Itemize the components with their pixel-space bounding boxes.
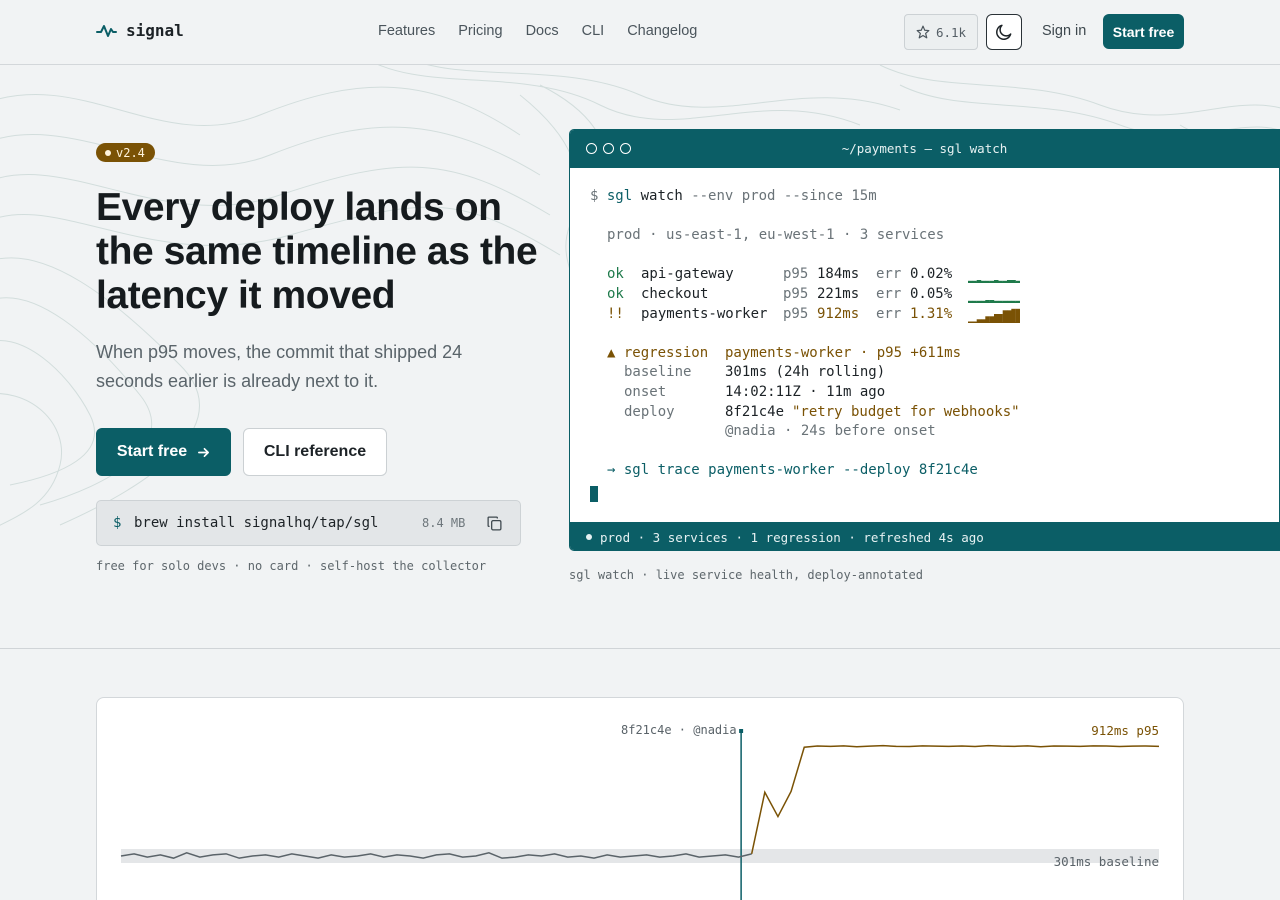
spark-bar xyxy=(1002,310,1008,323)
service-err-label: err xyxy=(876,306,902,322)
spark-bar xyxy=(1015,308,1020,323)
install-size: 8.4 MB xyxy=(422,516,466,530)
nav-links: Features Pricing Docs CLI Changelog xyxy=(378,23,697,39)
terminal-body: $ sgl watch --env prod --since 15m prod … xyxy=(570,168,1279,522)
start-free-label: Start free xyxy=(116,443,188,460)
deploy-label: deploy xyxy=(624,404,675,420)
regression-marker: ▲ regression xyxy=(607,345,709,361)
deploy-sha[interactable]: 8f21c4e xyxy=(725,404,784,420)
status-dot-icon xyxy=(586,534,592,540)
service-p95-label: p95 xyxy=(783,266,809,282)
install-prompt: $ xyxy=(113,515,122,531)
nav-link-docs[interactable]: Docs xyxy=(526,23,559,39)
spark-bar xyxy=(1007,310,1012,323)
service-err: 0.05% xyxy=(910,286,953,302)
service-sparkline xyxy=(968,308,1020,323)
theme-toggle-button[interactable] xyxy=(986,14,1022,50)
brand-logo[interactable]: signal xyxy=(96,21,184,40)
section-divider xyxy=(0,648,1280,649)
copy-icon[interactable] xyxy=(486,515,503,532)
terminal-statusbar: prod · 3 services · 1 regression · refre… xyxy=(570,522,1279,550)
command-line: $ sgl watch --env prod --since 15m xyxy=(590,188,877,204)
shell-prompt: $ xyxy=(590,188,599,204)
service-sparkline xyxy=(968,300,1020,303)
terminal-window: ~/payments — sgl watch $ sgl watch --env… xyxy=(569,129,1280,551)
service-status: ok xyxy=(607,266,624,282)
baseline-label: baseline xyxy=(624,364,692,380)
deploy-meta: @nadia · 24s before onset xyxy=(725,423,936,439)
pulse-icon xyxy=(96,24,117,37)
service-err: 0.02% xyxy=(910,266,953,282)
latency-chart-card: 8f21c4e · @nadia 912ms p95 301ms baselin… xyxy=(96,697,1184,900)
onset-value: 14:02:11Z · 11m ago xyxy=(725,384,886,400)
baseline-value: 301ms (24h rolling) xyxy=(725,364,886,380)
install-command-box: $ brew install signalhq/tap/sgl 8.4 MB xyxy=(96,500,521,546)
service-p95-label: p95 xyxy=(783,306,809,322)
service-sparkline xyxy=(968,280,1020,283)
terminal-title: ~/payments — sgl watch xyxy=(841,141,1008,156)
onset-label: onset xyxy=(624,384,667,400)
hero-subtitle: When p95 moves, the commit that shipped … xyxy=(96,342,463,391)
terminal-titlebar: ~/payments — sgl watch xyxy=(570,130,1279,168)
top-nav: signal Features Pricing Docs CLI Changel… xyxy=(0,0,1280,65)
sign-in-link[interactable]: Sign in xyxy=(1042,23,1086,39)
terminal-cursor xyxy=(590,486,598,502)
version-label: v2.4 xyxy=(116,145,145,160)
service-err-label: err xyxy=(876,286,902,302)
service-p95: 221ms xyxy=(817,286,860,302)
service-name: payments-worker xyxy=(641,306,768,322)
peak-annotation: 912ms p95 xyxy=(1091,723,1159,738)
hero-headline: Every deploy lands on the same timeline … xyxy=(96,186,538,317)
status-text: prod · 3 services · 1 regression · refre… xyxy=(600,529,984,545)
moon-icon xyxy=(996,24,1012,40)
suggested-command[interactable]: → sgl trace payments-worker --deploy 8f2… xyxy=(607,462,978,478)
service-err-label: err xyxy=(876,266,902,282)
cmd-subcommand: watch xyxy=(640,188,683,204)
service-p95: 184ms xyxy=(817,266,860,282)
baseline-annotation: 301ms baseline xyxy=(1053,854,1159,869)
stars-count: 6.1k xyxy=(935,24,967,40)
spark-bar xyxy=(989,316,995,323)
service-status: !! xyxy=(607,306,624,322)
nav-link-features[interactable]: Features xyxy=(378,23,435,39)
nav-link-changelog[interactable]: Changelog xyxy=(627,23,697,39)
service-err: 1.31% xyxy=(910,306,953,322)
service-name: api-gateway xyxy=(641,266,734,282)
cmd-flags: --env prod --since 15m xyxy=(691,188,877,204)
version-dot-icon xyxy=(105,149,111,156)
brand-name: signal xyxy=(126,21,184,40)
arrow-right-icon xyxy=(198,447,210,457)
deploy-marker-dot xyxy=(739,729,744,733)
star-icon xyxy=(916,25,930,39)
spark-bar xyxy=(1011,308,1016,323)
latency-line-after-deploy xyxy=(750,744,1160,854)
watch-context: prod · us-east-1, eu-west-1 · 3 services xyxy=(607,227,945,243)
nav-link-cli[interactable]: CLI xyxy=(582,23,605,39)
deploy-annotation: 8f21c4e · @nadia xyxy=(621,723,737,737)
service-p95: 912ms xyxy=(817,306,860,322)
service-p95-label: p95 xyxy=(783,286,809,302)
cli-reference-button[interactable]: CLI reference xyxy=(243,428,387,476)
spark-bar xyxy=(998,314,1003,323)
start-free-button[interactable]: Start free xyxy=(96,428,231,476)
service-name: checkout xyxy=(641,286,709,302)
version-badge: v2.4 xyxy=(96,143,155,162)
regression-summary: payments-worker · p95 +611ms xyxy=(725,345,962,361)
github-stars-button[interactable]: 6.1k xyxy=(904,14,978,50)
spark-bar xyxy=(994,314,999,323)
start-free-nav-button[interactable]: Start free xyxy=(1103,14,1184,49)
terminal-caption: sgl watch · live service health, deploy-… xyxy=(569,568,924,582)
service-status: ok xyxy=(607,286,624,302)
nav-link-pricing[interactable]: Pricing xyxy=(458,23,502,39)
pricing-note: free for solo devs · no card · self-host… xyxy=(96,559,487,573)
cmd-bin: sgl xyxy=(606,188,633,204)
deploy-message: "retry budget for webhooks" xyxy=(792,404,1020,420)
install-command[interactable]: brew install signalhq/tap/sgl xyxy=(134,515,378,531)
spark-bar xyxy=(985,316,990,323)
